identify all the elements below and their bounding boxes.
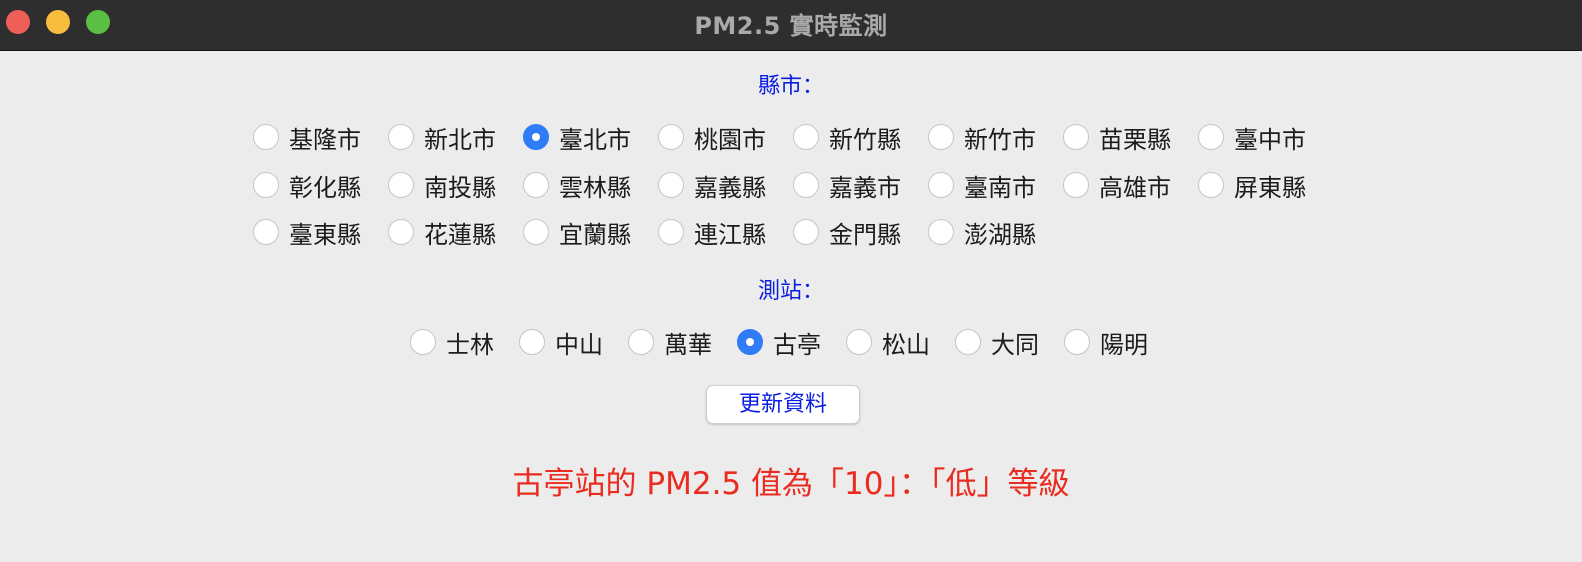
title-bar: PM2.5 實時監測 bbox=[0, 0, 1582, 51]
radio-button[interactable] bbox=[658, 219, 684, 245]
station-section-label: 測站： bbox=[757, 279, 824, 304]
county-radio-item[interactable]: 新北市 bbox=[388, 120, 496, 154]
radio-button[interactable] bbox=[1198, 124, 1224, 150]
county-label: 連江縣 bbox=[694, 220, 766, 249]
radio-button[interactable] bbox=[846, 329, 872, 355]
station-radio-item[interactable]: 陽明 bbox=[1064, 325, 1148, 359]
county-radio-item[interactable]: 苗栗縣 bbox=[1063, 120, 1171, 154]
county-radio-item[interactable]: 新竹市 bbox=[928, 120, 1036, 154]
radio-button[interactable] bbox=[928, 219, 954, 245]
county-label: 宜蘭縣 bbox=[559, 220, 631, 249]
county-radio-item[interactable]: 雲林縣 bbox=[523, 168, 631, 202]
station-radio-item[interactable]: 古亭 bbox=[737, 325, 821, 359]
county-label: 新竹縣 bbox=[829, 125, 901, 154]
radio-button[interactable] bbox=[523, 172, 549, 198]
radio-button[interactable] bbox=[928, 172, 954, 198]
county-label: 金門縣 bbox=[829, 220, 901, 249]
county-label: 屏東縣 bbox=[1234, 173, 1306, 202]
station-radio-item[interactable]: 松山 bbox=[846, 325, 930, 359]
county-label: 花蓮縣 bbox=[424, 220, 496, 249]
update-data-button[interactable]: 更新資料 bbox=[706, 385, 860, 424]
county-label: 高雄市 bbox=[1099, 173, 1171, 202]
county-radio-item[interactable]: 新竹縣 bbox=[793, 120, 901, 154]
county-label: 澎湖縣 bbox=[964, 220, 1036, 249]
county-radio-item[interactable]: 臺北市 bbox=[523, 120, 631, 154]
county-label: 彰化縣 bbox=[289, 173, 361, 202]
county-radio-item[interactable]: 臺中市 bbox=[1198, 120, 1306, 154]
pm25-result-text: 古亭站的 PM2.5 值為「10」：「低」等級 bbox=[512, 466, 1070, 502]
county-label: 臺北市 bbox=[559, 125, 631, 154]
county-label: 雲林縣 bbox=[559, 173, 631, 202]
county-radio-item[interactable]: 桃園市 bbox=[658, 120, 766, 154]
radio-button[interactable] bbox=[793, 219, 819, 245]
county-label: 嘉義市 bbox=[829, 173, 901, 202]
county-radio-item[interactable]: 南投縣 bbox=[388, 168, 496, 202]
radio-button[interactable] bbox=[1198, 172, 1224, 198]
radio-button[interactable] bbox=[388, 219, 414, 245]
county-radio-item[interactable]: 金門縣 bbox=[793, 215, 901, 249]
station-label: 古亭 bbox=[773, 330, 821, 359]
radio-button[interactable] bbox=[928, 124, 954, 150]
radio-button[interactable] bbox=[793, 124, 819, 150]
radio-button[interactable] bbox=[1063, 124, 1089, 150]
radio-button[interactable] bbox=[519, 329, 545, 355]
county-radio-item[interactable]: 澎湖縣 bbox=[928, 215, 1036, 249]
county-radio-item[interactable]: 宜蘭縣 bbox=[523, 215, 631, 249]
county-radio-item[interactable]: 基隆市 bbox=[253, 120, 361, 154]
radio-button[interactable] bbox=[253, 124, 279, 150]
county-label: 新北市 bbox=[424, 125, 496, 154]
station-label: 萬華 bbox=[664, 330, 712, 359]
app-window: PM2.5 實時監測 縣市： 基隆市 新北市 臺北市 桃園市 新竹縣 新竹市 苗… bbox=[0, 0, 1582, 562]
radio-button[interactable] bbox=[955, 329, 981, 355]
county-label: 臺南市 bbox=[964, 173, 1036, 202]
radio-button[interactable] bbox=[253, 219, 279, 245]
radio-button[interactable] bbox=[737, 329, 763, 355]
radio-button[interactable] bbox=[388, 172, 414, 198]
station-radio-item[interactable]: 中山 bbox=[519, 325, 603, 359]
station-radio-item[interactable]: 大同 bbox=[955, 325, 1039, 359]
county-label: 臺中市 bbox=[1234, 125, 1306, 154]
county-section-label: 縣市： bbox=[757, 74, 824, 99]
radio-button[interactable] bbox=[523, 124, 549, 150]
radio-button[interactable] bbox=[793, 172, 819, 198]
county-radio-item[interactable]: 嘉義縣 bbox=[658, 168, 766, 202]
county-label: 桃園市 bbox=[694, 125, 766, 154]
station-label: 松山 bbox=[882, 330, 930, 359]
county-radio-item[interactable]: 高雄市 bbox=[1063, 168, 1171, 202]
county-label: 南投縣 bbox=[424, 173, 496, 202]
county-label: 苗栗縣 bbox=[1099, 125, 1171, 154]
county-label: 臺東縣 bbox=[289, 220, 361, 249]
radio-button[interactable] bbox=[658, 124, 684, 150]
county-radio-item[interactable]: 嘉義市 bbox=[793, 168, 901, 202]
radio-button[interactable] bbox=[253, 172, 279, 198]
county-radio-item[interactable]: 臺東縣 bbox=[253, 215, 361, 249]
radio-button[interactable] bbox=[523, 219, 549, 245]
station-label: 陽明 bbox=[1100, 330, 1148, 359]
station-radio-item[interactable]: 萬華 bbox=[628, 325, 712, 359]
county-label: 新竹市 bbox=[964, 125, 1036, 154]
station-label: 大同 bbox=[991, 330, 1039, 359]
radio-button[interactable] bbox=[658, 172, 684, 198]
county-radio-item[interactable]: 連江縣 bbox=[658, 215, 766, 249]
station-label: 中山 bbox=[555, 330, 603, 359]
county-label: 基隆市 bbox=[289, 125, 361, 154]
county-radio-item[interactable]: 屏東縣 bbox=[1198, 168, 1306, 202]
radio-button[interactable] bbox=[1064, 329, 1090, 355]
station-radio-item[interactable]: 士林 bbox=[410, 325, 494, 359]
county-label: 嘉義縣 bbox=[694, 173, 766, 202]
radio-button[interactable] bbox=[410, 329, 436, 355]
radio-button[interactable] bbox=[388, 124, 414, 150]
county-radio-item[interactable]: 彰化縣 bbox=[253, 168, 361, 202]
county-radio-item[interactable]: 花蓮縣 bbox=[388, 215, 496, 249]
window-title: PM2.5 實時監測 bbox=[694, 12, 888, 40]
station-label: 士林 bbox=[446, 330, 494, 359]
radio-button[interactable] bbox=[1063, 172, 1089, 198]
radio-button[interactable] bbox=[628, 329, 654, 355]
county-radio-item[interactable]: 臺南市 bbox=[928, 168, 1036, 202]
